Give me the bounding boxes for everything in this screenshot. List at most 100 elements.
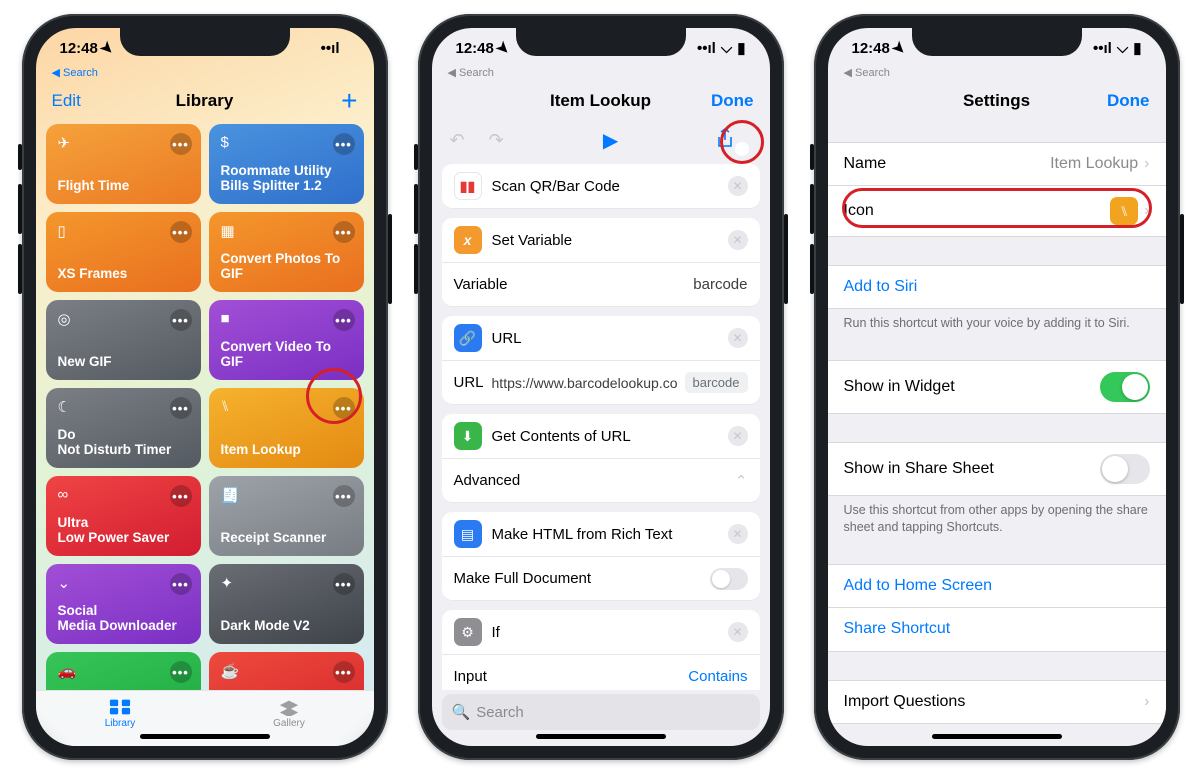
action-if[interactable]: ⚙If✕ InputContains ValueBarcode Not Foun… [442,610,760,690]
remove-icon[interactable]: ✕ [728,426,748,446]
tile-label: Dark Mode V2 [221,618,352,634]
shortcut-tile[interactable]: ✈ Flight Time ••• [46,124,201,204]
tab-label: Gallery [273,718,305,729]
widget-switch[interactable] [1100,372,1150,402]
action-search[interactable]: 🔍 Search [442,694,760,730]
action-url[interactable]: 🔗URL✕ URLhttps://www.barcodelookup.com/b… [442,316,760,404]
action-make-html[interactable]: ▤Make HTML from Rich Text✕ Make Full Doc… [442,512,760,600]
tile-more-button[interactable]: ••• [170,133,192,155]
wifi-icon: ⌵ [1117,40,1128,57]
tile-icon: ▦ [221,222,352,240]
fulldoc-switch[interactable] [710,568,748,590]
row-icon[interactable]: Icon⑊› [828,186,1166,237]
location-icon: ➤ [96,37,118,59]
undo-button[interactable]: ↶ [450,130,465,151]
chevron-right-icon: › [1144,202,1149,220]
row-homescreen[interactable]: Add to Home Screen [828,564,1166,608]
chevron-right-icon: › [1144,155,1149,173]
tile-label: Convert Photos To GIF [221,251,352,282]
row-import[interactable]: Import Questions› [828,680,1166,724]
url-value[interactable]: https://www.barcodelookup.com/ [492,375,677,391]
location-icon: ➤ [888,37,910,59]
tile-more-button[interactable]: ••• [170,485,192,507]
row-widget[interactable]: Show in Widget [828,360,1166,414]
remove-icon[interactable]: ✕ [728,230,748,250]
tile-icon: ⑊ [221,398,352,416]
location-icon: ➤ [492,37,514,59]
tile-more-button[interactable]: ••• [333,309,355,331]
tile-more-button[interactable]: ••• [333,397,355,419]
redo-button[interactable]: ↷ [489,130,504,151]
row-share-shortcut[interactable]: Share Shortcut [828,608,1166,652]
tile-label: Flight Time [58,178,189,194]
tile-label: Roommate Utility Bills Splitter 1.2 [221,163,352,194]
remove-icon[interactable]: ✕ [728,176,748,196]
back-to-search[interactable]: ◀ Search [448,66,494,79]
back-to-search[interactable]: ◀ Search [52,66,98,79]
shortcut-tile[interactable]: $Roommate Utility Bills Splitter 1.2••• [209,124,364,204]
chevron-right-icon: › [1144,693,1149,711]
share-button[interactable] [717,128,733,153]
action-get-contents[interactable]: ⬇Get Contents of URL✕ Advanced⌃ [442,414,760,502]
shortcut-tile[interactable]: ■Convert Video To GIF••• [209,300,364,380]
add-button[interactable]: + [341,91,357,111]
run-button[interactable]: ▶ [603,128,618,153]
row-name[interactable]: NameItem Lookup› [828,142,1166,186]
tile-icon: ☕ [221,662,352,680]
battery-icon: ▮ [737,39,745,57]
editor-toolbar: ↶ ↷ ▶ [432,122,770,158]
action-setvar[interactable]: xSet Variable✕ Variablebarcode [442,218,760,306]
shortcut-tile[interactable]: 🧾Receipt Scanner••• [209,476,364,556]
remove-icon[interactable]: ✕ [728,622,748,642]
tile-more-button[interactable]: ••• [333,221,355,243]
tile-more-button[interactable]: ••• [333,573,355,595]
tile-more-button[interactable]: ••• [170,573,192,595]
tile-more-button[interactable]: ••• [333,133,355,155]
shortcut-tile[interactable]: ⌄SocialMedia Downloader••• [46,564,201,644]
tile-more-button[interactable]: ••• [170,221,192,243]
tile-icon: ◎ [58,310,189,328]
tile-label: UltraLow Power Saver [58,515,189,546]
tile-more-button[interactable]: ••• [170,309,192,331]
shortcut-tile[interactable]: ◎New GIF••• [46,300,201,380]
shortcut-tile[interactable]: ▦ Convert Photos To GIF ••• [209,212,364,292]
edit-button[interactable]: Edit [52,91,81,111]
tile-icon: 🚗 [58,662,189,680]
remove-icon[interactable]: ✕ [728,524,748,544]
chevron-up-icon: ⌃ [735,472,748,490]
shortcut-tile[interactable]: ☕Walkto Coffee Shop••• [209,652,364,690]
shortcut-tile[interactable]: ☾DoNot Disturb Timer••• [46,388,201,468]
page-title: Library [176,91,234,111]
signal-icon: ••ıl [321,40,340,57]
tile-icon: ⌄ [58,574,189,592]
tile-more-button[interactable]: ••• [170,397,192,419]
shortcut-tile[interactable]: ⑊Item Lookup••• [209,388,364,468]
tab-library[interactable]: Library [36,691,205,736]
tile-icon: ✈ [58,134,189,152]
phone-settings: 12:48➤ ••ıl⌵▮ ◀ Search Settings Done Nam… [814,14,1180,760]
var-value[interactable]: barcode [693,276,747,293]
action-scan[interactable]: ▮▮Scan QR/Bar Code✕ [442,164,760,208]
done-button[interactable]: Done [711,91,754,111]
url-token[interactable]: barcode [685,372,748,393]
tab-gallery[interactable]: Gallery [205,691,374,736]
advanced-row[interactable]: Advanced [454,472,521,489]
row-add-siri[interactable]: Add to Siri [828,265,1166,309]
shortcut-tile[interactable]: 🚗Find Gas Nearby••• [46,652,201,690]
done-button[interactable]: Done [1107,91,1150,111]
shortcut-tile[interactable]: ∞UltraLow Power Saver••• [46,476,201,556]
row-sharesheet[interactable]: Show in Share Sheet [828,442,1166,496]
input-value[interactable]: Contains [688,668,747,685]
back-to-search[interactable]: ◀ Search [844,66,890,79]
tile-icon: ■ [221,310,352,328]
shortcut-tile[interactable]: ✦Dark Mode V2••• [209,564,364,644]
fulldoc-label: Make Full Document [454,570,592,587]
page-title: Item Lookup [550,91,651,111]
barcode-icon: ⑊ [1110,197,1138,225]
tile-more-button[interactable]: ••• [333,661,355,683]
remove-icon[interactable]: ✕ [728,328,748,348]
tile-more-button[interactable]: ••• [170,661,192,683]
shortcut-tile[interactable]: ▯XS Frames••• [46,212,201,292]
sharesheet-switch[interactable] [1100,454,1150,484]
tile-more-button[interactable]: ••• [333,485,355,507]
